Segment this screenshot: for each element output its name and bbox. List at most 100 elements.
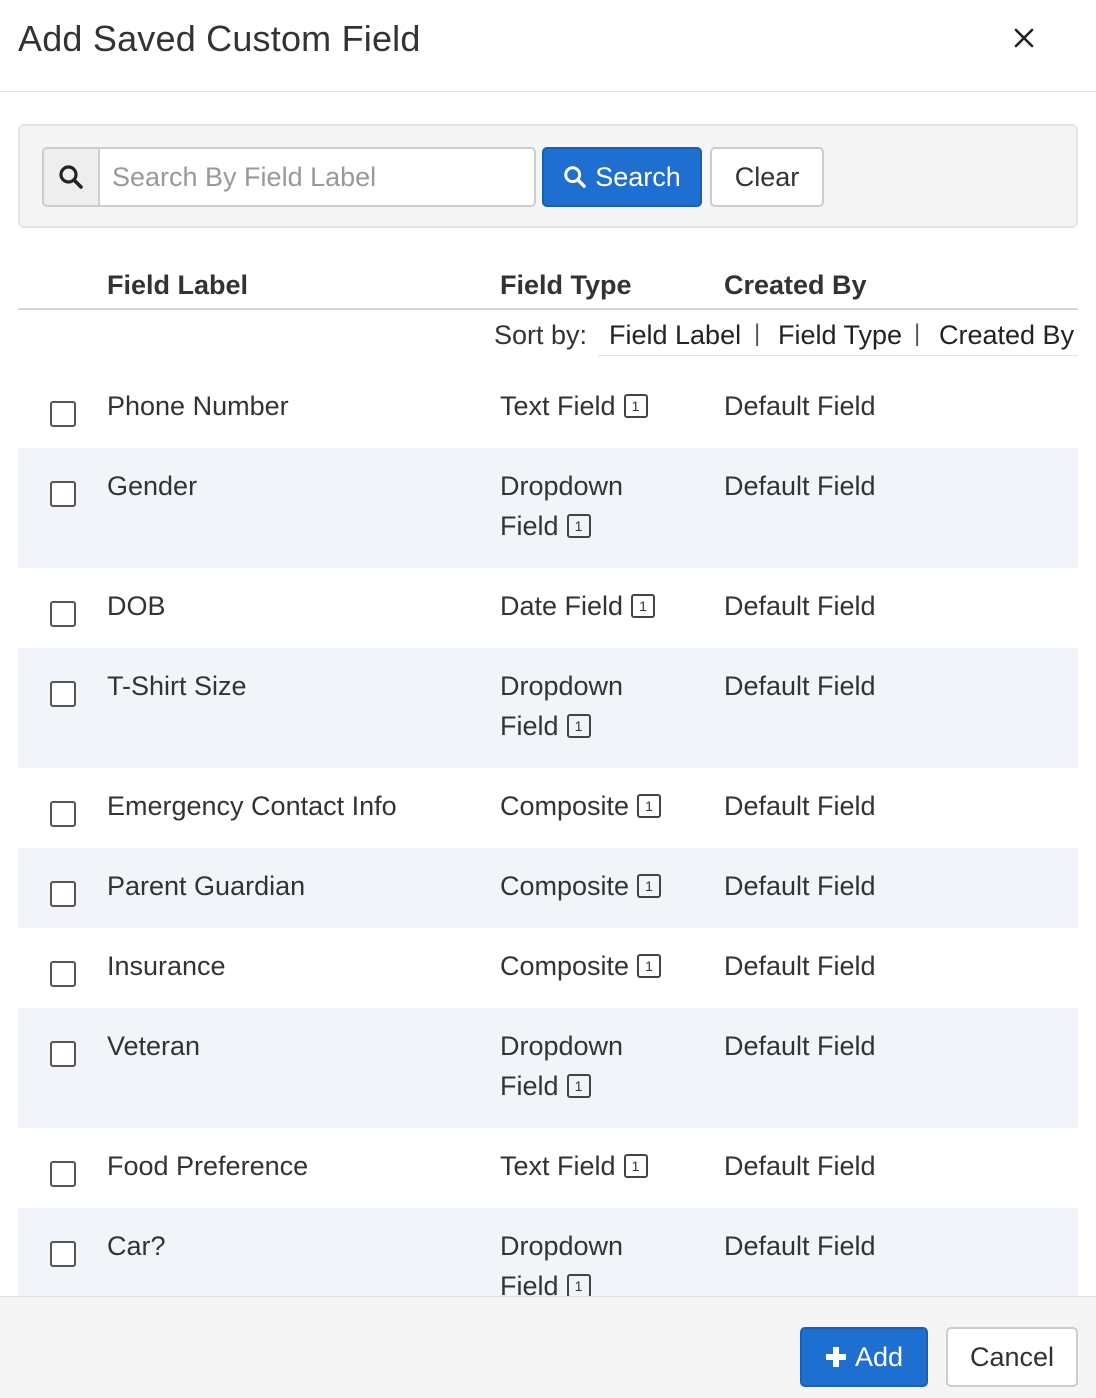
row-checkbox[interactable] [50,1161,76,1187]
modal-title: Add Saved Custom Field [18,18,421,59]
field-label-cell: Food Preference [107,1151,309,1181]
plus-icon [825,1347,846,1367]
row-checkbox[interactable] [50,1041,76,1067]
usage-count-badge: 1 [631,593,656,618]
created-by-cell: Default Field [724,471,876,501]
cancel-button[interactable]: Cancel [946,1327,1078,1387]
column-header-created-by: Created By [724,270,867,300]
field-type-cell: Composite 1 [500,866,690,906]
field-type-text: Field 1 [500,1266,690,1296]
created-by-cell: Default Field [724,671,876,701]
search-input[interactable] [100,149,532,205]
row-checkbox[interactable] [50,601,76,627]
table-row: Gender Dropdown Field 1 Default Field [18,448,1078,568]
field-type-text: Dropdown [500,1226,690,1266]
table-row: Veteran Dropdown Field 1 Default Field [18,1008,1078,1128]
created-by-cell: Default Field [724,1031,876,1061]
table-row: Parent Guardian Composite 1 Default Field [18,848,1078,928]
field-type-label: Dropdown [500,1031,624,1061]
search-icon [59,165,83,189]
created-by-cell: Default Field [724,1231,876,1261]
field-type-text: Dropdown [500,666,690,706]
field-type-cell: Dropdown Field 1 [500,1226,690,1296]
created-by-cell: Default Field [724,591,876,621]
field-label-cell: Gender [107,471,198,501]
usage-count-badge: 1 [623,1153,648,1178]
search-button-label: Search [595,161,681,192]
usage-count-badge: 1 [637,873,662,898]
row-checkbox[interactable] [50,961,76,987]
fields-table: Phone Number Text Field 1 Default Field Gend… [18,368,1078,1296]
field-label-cell: Phone Number [107,391,289,421]
add-button[interactable]: Add [800,1327,928,1387]
field-type-text: Dropdown [500,466,690,506]
table-row: Car? Dropdown Field 1 Default Field [18,1208,1078,1296]
created-by-cell: Default Field [724,391,876,421]
sort-by-field-label[interactable]: Field Label [609,320,741,351]
created-by-cell: Default Field [724,871,876,901]
search-input-group [42,147,536,207]
usage-count-badge: 1 [566,1073,591,1098]
table-row: Phone Number Text Field 1 Default Field [18,368,1078,448]
field-type-cell: Dropdown Field 1 [500,1026,690,1106]
field-type-label: Text Field [500,1151,616,1181]
field-type-text: Composite 1 [500,786,690,826]
created-by-cell: Default Field [724,1151,876,1181]
row-checkbox[interactable] [50,401,76,427]
usage-count-badge: 1 [566,1273,591,1296]
usage-count-badge: 1 [637,793,662,818]
sort-separator: | [754,320,761,347]
search-panel: Search Clear [18,124,1078,228]
field-type-label: Field [500,1271,559,1296]
field-type-label: Text Field [500,391,616,421]
field-type-text: Field 1 [500,706,690,746]
sort-by-field-type[interactable]: Field Type [778,320,902,351]
close-button[interactable] [1004,18,1044,58]
field-type-label: Dropdown [500,671,624,701]
field-type-text: Field 1 [500,1066,690,1106]
field-type-label: Composite [500,951,630,981]
usage-count-badge: 1 [637,953,662,978]
row-checkbox[interactable] [50,1241,76,1267]
field-type-cell: Composite 1 [500,946,690,986]
field-label-cell: Insurance [107,951,226,981]
add-button-label: Add [854,1341,904,1372]
field-type-cell: Dropdown Field 1 [500,466,690,546]
row-checkbox[interactable] [50,681,76,707]
field-type-cell: Dropdown Field 1 [500,666,690,746]
field-type-label: Field [500,511,559,541]
field-type-text: Text Field 1 [500,1146,690,1186]
field-type-label: Composite [500,791,630,821]
sort-by-created-by[interactable]: Created By [939,320,1074,351]
row-checkbox[interactable] [50,881,76,907]
field-type-label: Dropdown [500,471,624,501]
field-type-cell: Date Field 1 [500,586,690,626]
search-button[interactable]: Search [542,147,702,207]
field-type-text: Date Field 1 [500,586,690,626]
table-row: Insurance Composite 1 Default Field [18,928,1078,1008]
header-divider [18,308,1078,310]
usage-count-badge: 1 [623,393,648,418]
field-label-cell: Parent Guardian [107,871,306,901]
usage-count-badge: 1 [566,513,591,538]
clear-button[interactable]: Clear [710,147,824,207]
field-type-cell: Composite 1 [500,786,690,826]
field-label-cell: Veteran [107,1031,201,1061]
table-row: Food Preference Text Field 1 Default Field [18,1128,1078,1208]
row-checkbox[interactable] [50,801,76,827]
column-header-field-type: Field Type [500,270,632,300]
created-by-cell: Default Field [724,791,876,821]
field-type-text: Dropdown [500,1026,690,1066]
field-type-label: Composite [500,871,630,901]
field-type-cell: Text Field 1 [500,1146,690,1186]
field-label-cell: Car? [107,1231,166,1261]
field-type-label: Date Field [500,591,624,621]
cancel-button-label: Cancel [969,1341,1055,1372]
field-type-cell: Text Field 1 [500,386,690,426]
usage-count-badge: 1 [566,713,591,738]
field-type-label: Field [500,711,559,741]
search-addon [44,149,100,205]
sort-by-label: Sort by: [494,320,588,350]
row-checkbox[interactable] [50,481,76,507]
field-type-text: Composite 1 [500,946,690,986]
